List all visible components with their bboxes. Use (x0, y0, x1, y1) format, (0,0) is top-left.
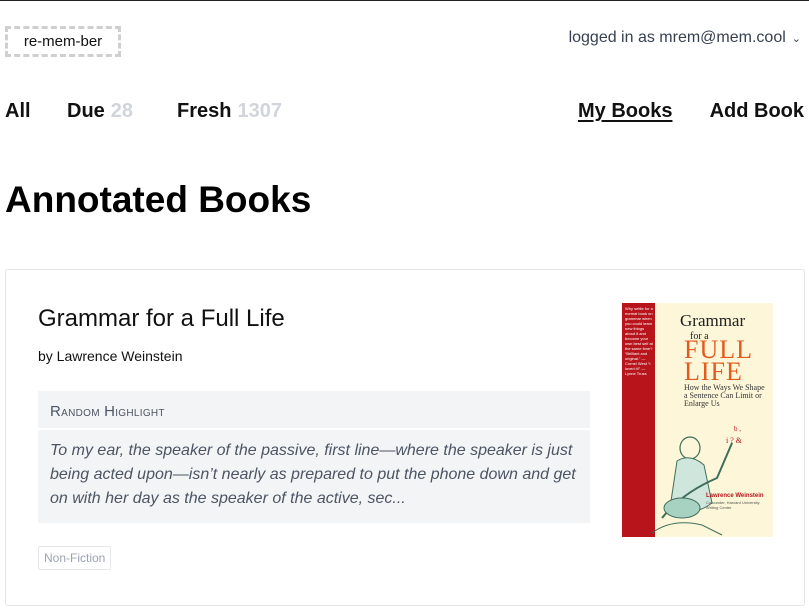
nav-add-book[interactable]: Add Book (710, 100, 804, 123)
due-count-badge: 28 (110, 100, 134, 122)
book-author: by Lawrence Weinstein (38, 348, 183, 364)
nav-due[interactable]: Due 28 (67, 100, 133, 123)
svg-text:i ? &: i ? & (726, 436, 743, 445)
nav-due-label: Due (67, 100, 105, 122)
book-title[interactable]: Grammar for a Full Life (38, 305, 285, 333)
highlight-label-part: H (104, 403, 116, 420)
user-menu-label: logged in as mrem@mem.cool (568, 29, 786, 46)
book-card[interactable]: Grammar for a Full Life by Lawrence Wein… (5, 269, 805, 606)
svg-text:b ,: b , (734, 425, 741, 433)
page-title: Annotated Books (5, 179, 312, 220)
highlight-label-part: andom (61, 403, 100, 419)
fresh-count-badge: 1307 (237, 100, 282, 122)
random-highlight: Random Highlight To my ear, the speaker … (38, 391, 590, 523)
main-nav: All Due 28 Fresh 1307 My Books Add Book (5, 100, 804, 126)
book-cover-image[interactable]: Why settle for a normal book on grammar … (622, 303, 773, 537)
highlight-label: Random Highlight (38, 391, 590, 430)
cover-affiliation: Cofounder, Harvard University Writing Ce… (706, 500, 760, 510)
logo[interactable]: re-mem-ber (5, 26, 121, 57)
highlight-label-part: ighlight (115, 403, 165, 419)
chevron-down-icon: ⌄ (791, 32, 801, 45)
user-menu[interactable]: logged in as mrem@mem.cool ⌄ (569, 29, 801, 47)
highlight-label-part: R (50, 403, 62, 420)
nav-fresh[interactable]: Fresh 1307 (177, 100, 282, 123)
nav-all[interactable]: All (5, 100, 31, 123)
nav-fresh-label: Fresh (177, 100, 232, 122)
cover-author: Lawrence Weinstein (706, 493, 764, 499)
genre-tag[interactable]: Non-Fiction (38, 546, 112, 570)
nav-my-books[interactable]: My Books (578, 100, 672, 123)
highlight-text: To my ear, the speaker of the passive, f… (50, 442, 576, 507)
